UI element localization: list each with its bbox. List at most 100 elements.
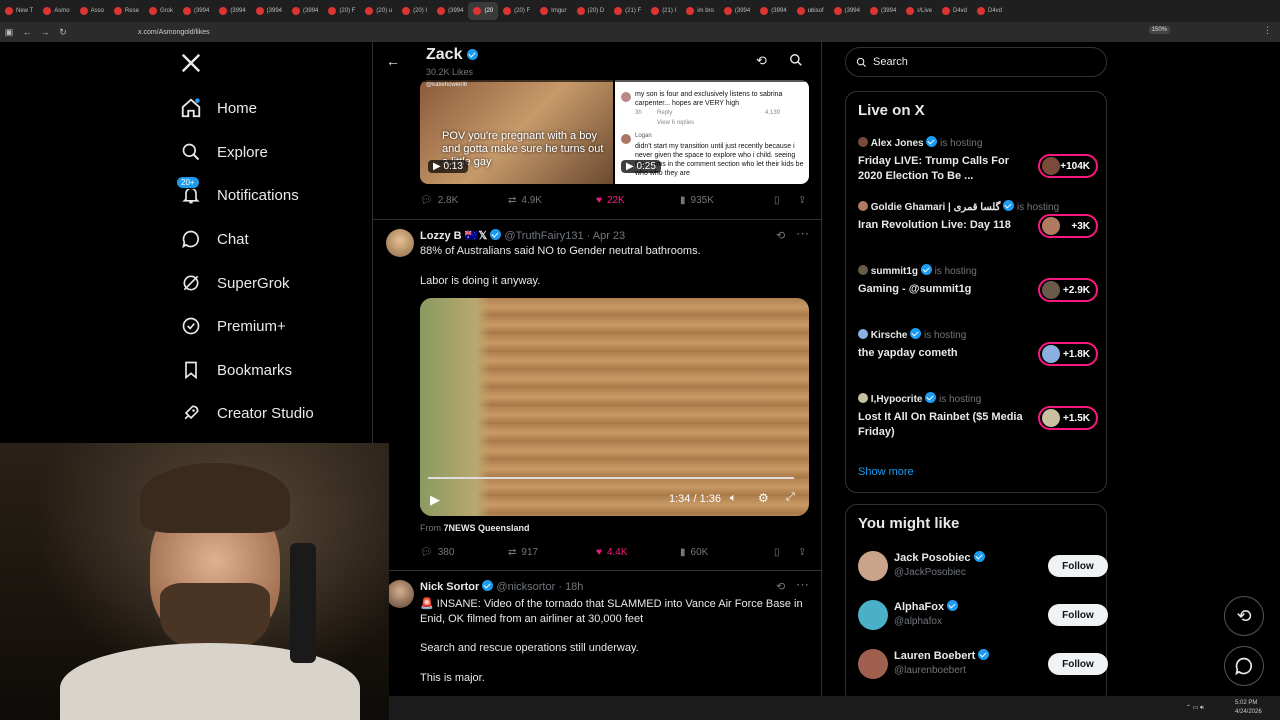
host-name[interactable]: Goldie Ghamari | گلسا قمری (871, 202, 1001, 213)
x-logo-icon[interactable] (180, 52, 204, 76)
grok-icon[interactable]: ⟲ (756, 53, 767, 69)
search-icon[interactable] (789, 53, 803, 72)
browser-tab[interactable]: (21) I (646, 2, 681, 20)
browser-tab[interactable]: Grok (144, 2, 178, 20)
like-button[interactable]: ♥ 4.4K (596, 547, 680, 558)
fullscreen-icon[interactable]: ⤢ (786, 491, 795, 504)
space-title[interactable]: Gaming - @summit1g (858, 282, 1033, 297)
host-name[interactable]: Kirsche (871, 330, 908, 341)
user-name[interactable]: AlphaFox (894, 601, 944, 613)
browser-tab[interactable]: D4vd (972, 2, 1007, 20)
browser-tab[interactable]: New T (0, 2, 38, 20)
browser-tab[interactable]: Asmo (38, 2, 74, 20)
search-input[interactable]: Search (873, 56, 908, 68)
host-name[interactable]: Alex Jones (871, 138, 924, 149)
suggested-user-row[interactable]: Lauren Boebert @laurenboebert Follow (858, 647, 1108, 687)
host-name[interactable]: summit1g (871, 266, 918, 277)
grok-icon[interactable]: ⟲ (776, 229, 785, 242)
repost-button[interactable]: ⇄ 4.9K (508, 195, 596, 206)
author-handle[interactable]: @nicksortor (496, 581, 555, 593)
grok-float-button[interactable]: ⟲ (1224, 596, 1264, 636)
reload-icon[interactable]: ↻ (54, 27, 72, 38)
browser-tab[interactable]: (20 (468, 2, 499, 20)
author-handle[interactable]: @TruthFairy131 (504, 230, 583, 242)
live-host-row[interactable]: I,Hypocrite is hosting Lost It All On Rai… (858, 392, 1098, 448)
volume-icon[interactable]: 🔈︎ (730, 492, 737, 505)
menu-icon[interactable]: ⋮ (1263, 25, 1272, 36)
more-options-icon[interactable]: ⋯ (796, 577, 809, 593)
suggested-user-row[interactable]: Jack Posobiec @JackPosobiec Follow (858, 549, 1108, 589)
more-options-icon[interactable]: ⋯ (796, 226, 809, 242)
tray-icons[interactable]: ⌃ ▭ 🔊︎ (1186, 704, 1204, 712)
author-name[interactable]: Nick Sortor (420, 581, 479, 593)
suggested-user-row[interactable]: AlphaFox @alphafox Follow (858, 598, 1108, 638)
sidebar-toggle-icon[interactable]: ▣ (0, 27, 18, 38)
listener-count-button[interactable]: +104K (1038, 154, 1098, 178)
messages-float-button[interactable] (1224, 646, 1264, 686)
avatar[interactable] (858, 649, 888, 679)
tweet-date[interactable]: 18h (565, 581, 583, 593)
share-icon[interactable]: ⇪ (798, 547, 806, 558)
browser-tab[interactable]: (3994 (719, 2, 755, 20)
grok-icon[interactable]: ⟲ (776, 580, 785, 593)
tweet-date[interactable]: Apr 23 (593, 230, 625, 242)
follow-button[interactable]: Follow (1048, 555, 1108, 577)
nav-creator-studio[interactable]: Creator Studio (180, 397, 314, 429)
show-more-link[interactable]: Show more (858, 466, 914, 478)
browser-tab[interactable]: (3994 (432, 2, 468, 20)
like-button[interactable]: ♥ 22K (596, 195, 680, 206)
browser-tab[interactable]: (20) F (498, 2, 535, 20)
avatar[interactable] (858, 600, 888, 630)
browser-tab[interactable]: (3994 (865, 2, 901, 20)
browser-tab[interactable]: (3994 (755, 2, 791, 20)
tweet-video-player[interactable]: ▶ 1:34 / 1:36 🔈︎ ⚙ ⤢ (420, 298, 809, 516)
space-title[interactable]: Iran Revolution Live: Day 118 (858, 218, 1033, 233)
play-icon[interactable]: ▶ (430, 492, 440, 508)
video-progress-bar[interactable] (428, 477, 794, 479)
live-host-row[interactable]: Goldie Ghamari | گلسا قمری is hosting Ira… (858, 200, 1098, 256)
browser-tab[interactable]: (3994 (214, 2, 250, 20)
author-name[interactable]: Lozzy B (420, 230, 462, 242)
browser-tab[interactable]: Rese (109, 2, 144, 20)
user-name[interactable]: Lauren Boebert (894, 650, 975, 662)
browser-tab[interactable]: (3994 (251, 2, 287, 20)
nav-explore[interactable]: Explore (180, 136, 268, 168)
browser-tab[interactable]: Asso (75, 2, 109, 20)
nav-bookmarks[interactable]: Bookmarks (180, 354, 292, 386)
forward-icon[interactable]: → (36, 27, 54, 37)
avatar[interactable] (858, 551, 888, 581)
space-title[interactable]: the yapday cometh (858, 346, 1033, 361)
live-host-row[interactable]: Alex Jones is hosting Friday LIVE: Trump … (858, 136, 1098, 192)
search-box[interactable]: Search (845, 47, 1107, 77)
nav-supergrok[interactable]: SuperGrok (180, 267, 290, 299)
bookmark-icon[interactable]: ▯ (774, 195, 798, 206)
source-link[interactable]: 7NEWS Queensland (444, 523, 530, 533)
browser-tab[interactable]: (3994 (829, 2, 865, 20)
browser-tab[interactable]: (3994 (178, 2, 214, 20)
browser-tab[interactable]: im bro (681, 2, 719, 20)
browser-tab[interactable]: (21) F (609, 2, 646, 20)
nav-notifications[interactable]: 20+ Notifications (176, 176, 299, 211)
follow-button[interactable]: Follow (1048, 604, 1108, 626)
listener-count-button[interactable]: +3K (1038, 214, 1098, 238)
bookmark-icon[interactable]: ▯ (774, 547, 798, 558)
user-name[interactable]: Jack Posobiec (894, 552, 970, 564)
nav-home[interactable]: Home (180, 92, 257, 124)
settings-icon[interactable]: ⚙ (758, 491, 769, 505)
listener-count-button[interactable]: +2.9K (1038, 278, 1098, 302)
url-field[interactable]: x.com/Asmongold/likes (138, 29, 210, 36)
browser-tab[interactable]: (20) F (323, 2, 360, 20)
browser-tab[interactable]: (20) I (397, 2, 432, 20)
browser-tab[interactable]: (3994 (287, 2, 323, 20)
views-button[interactable]: ▮ 935K (680, 195, 774, 206)
browser-tab[interactable]: r/Live (901, 2, 937, 20)
host-name[interactable]: I,Hypocrite (871, 394, 923, 405)
avatar[interactable] (386, 229, 414, 257)
repost-button[interactable]: ⇄ 917 (508, 547, 596, 558)
zoom-indicator[interactable]: 150% (1148, 26, 1170, 34)
nav-chat[interactable]: Chat (180, 223, 249, 255)
back-icon[interactable]: ← (18, 27, 36, 37)
follow-button[interactable]: Follow (1048, 653, 1108, 675)
live-host-row[interactable]: summit1g is hosting Gaming - @summit1g +2.… (858, 264, 1098, 320)
reply-button[interactable]: 💬︎ 380 (420, 547, 508, 558)
